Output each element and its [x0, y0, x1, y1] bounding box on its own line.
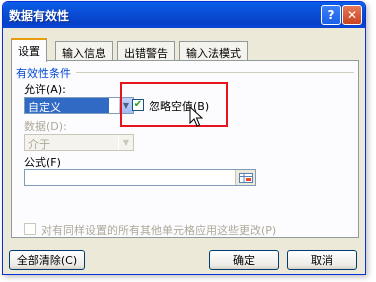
formula-input[interactable]	[24, 169, 256, 186]
formula-label: 公式(F)	[24, 156, 61, 169]
mouse-pointer-icon	[189, 106, 203, 127]
range-select-icon[interactable]	[235, 170, 255, 185]
tab-error-alert[interactable]: 出错警告	[117, 41, 175, 61]
data-dropdown[interactable]: 介于 ▼	[24, 134, 134, 151]
data-validation-dialog: 数据有效性 ? ✕ 设置 输入信息 出错警告 输入法模式 有效性条件 允许(A)…	[2, 1, 366, 275]
validity-criteria-title: 有效性条件	[16, 67, 71, 80]
allow-dropdown-value: 自定义	[25, 98, 109, 114]
tab-ime-mode[interactable]: 输入法模式	[179, 41, 248, 61]
allow-dropdown[interactable]: 自定义 ▼	[24, 97, 134, 114]
highlight-box	[120, 82, 228, 127]
clear-all-button[interactable]: 全部清除(C)	[9, 250, 85, 270]
title-bar[interactable]: 数据有效性 ? ✕	[3, 2, 365, 28]
data-dropdown-value: 介于	[28, 138, 50, 151]
ok-button[interactable]: 确定	[209, 250, 279, 270]
chevron-down-icon[interactable]: ▼	[118, 135, 133, 150]
allow-label: 允许(A):	[24, 83, 66, 96]
tab-settings[interactable]: 设置	[11, 38, 47, 62]
data-label: 数据(D):	[24, 120, 67, 133]
help-button[interactable]: ?	[321, 5, 341, 25]
group-divider	[76, 72, 354, 73]
close-button[interactable]: ✕	[342, 5, 362, 25]
tab-input-message[interactable]: 输入信息	[55, 41, 113, 61]
cancel-button[interactable]: 取消	[287, 250, 357, 270]
apply-all-label[interactable]: 对有同样设置的所有其他单元格应用这些更改(P)	[41, 222, 276, 238]
apply-all-checkbox[interactable]	[24, 223, 36, 235]
dialog-title: 数据有效性	[9, 9, 70, 23]
